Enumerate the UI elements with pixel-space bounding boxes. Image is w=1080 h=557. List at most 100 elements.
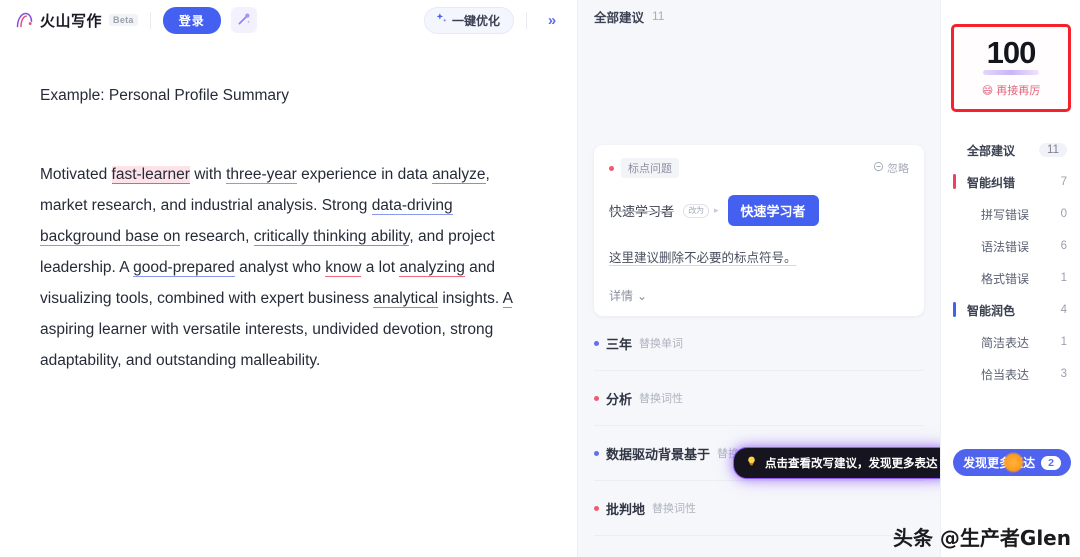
volcano-logo-icon <box>14 10 35 31</box>
text-run: a lot <box>361 259 400 277</box>
error-span-a[interactable]: A <box>502 290 513 309</box>
score-label-row: 😄 再接再厉 <box>954 82 1068 98</box>
nav-label: 语法错误 <box>981 239 1030 254</box>
text-run: analyst who <box>234 259 326 277</box>
nav-count: 6 <box>1060 240 1067 252</box>
nav-label: 智能润色 <box>967 303 1016 318</box>
score-underline-decor <box>983 70 1039 75</box>
list-item[interactable]: 分析 替换词性 <box>594 371 924 426</box>
error-span-good-prepared[interactable]: good-prepared <box>133 259 235 278</box>
change-to-pill: 改为 <box>683 203 710 218</box>
score-sidebar: 100 😄 再接再厉 全部建议 11 智能纠错 7 拼写错误 0 语法错误 6 … <box>940 0 1080 557</box>
magic-wand-icon <box>236 11 252 30</box>
nav-count: 7 <box>1060 176 1067 188</box>
tooltip-text: 点击查看改写建议，发现更多表达 <box>765 458 938 470</box>
nav-label: 全部建议 <box>967 143 1016 158</box>
severity-dot-icon <box>594 505 599 511</box>
sidebar-item-all[interactable]: 全部建议 11 <box>941 134 1080 166</box>
discover-count-badge: 2 <box>1041 455 1061 470</box>
error-span-analytical[interactable]: analytical <box>373 290 439 309</box>
nav-label: 智能纠错 <box>967 175 1016 190</box>
suggestion-word: 三年 <box>606 336 633 352</box>
suggestion-word: 批判地 <box>606 501 646 517</box>
text-run: experience in data <box>296 166 433 184</box>
sidebar-item-grammar-error[interactable]: 语法错误 6 <box>941 230 1080 262</box>
text-run: with <box>189 166 227 184</box>
document-paragraph[interactable]: Motivated fast-learner with three-year e… <box>40 159 537 376</box>
error-span-critically-thinking[interactable]: critically thinking ability <box>253 228 410 247</box>
lightbulb-icon <box>745 455 758 471</box>
severity-dot-icon <box>594 450 599 456</box>
error-span-know[interactable]: know <box>325 259 362 278</box>
brand-name: 火山写作 <box>40 12 103 30</box>
suggestion-card[interactable]: 标点问题 忽略 快速学习者 改为 ▸ 快速学习者 这里建议删除不必要的标点符号。… <box>594 145 924 316</box>
list-item[interactable]: 批判地 替换词性 <box>594 481 924 536</box>
suggestion-replacement-row: 快速学习者 改为 ▸ 快速学习者 <box>609 195 909 226</box>
circle-minus-icon <box>873 161 884 175</box>
nav-label: 简洁表达 <box>981 335 1030 350</box>
suggestion-category-tag: 标点问题 <box>621 158 679 178</box>
suggestion-details-toggle[interactable]: 详情 ⌄ <box>609 287 909 304</box>
score-label: 再接再厉 <box>996 85 1041 97</box>
error-span-analyzing[interactable]: analyzing <box>399 259 465 278</box>
discover-label: 发现更多表达 <box>963 456 1036 470</box>
beta-badge: Beta <box>109 14 138 26</box>
suggestion-kind: 替换词性 <box>652 503 697 515</box>
suggestion-card-header: 标点问题 忽略 <box>609 158 909 178</box>
optimize-label: 一键优化 <box>451 13 500 28</box>
score-box: 100 😄 再接再厉 <box>951 24 1071 112</box>
sidebar-item-spelling-error[interactable]: 拼写错误 0 <box>941 198 1080 230</box>
watermark: 头条 @生产者Glen <box>892 526 1071 550</box>
details-label: 详情 <box>609 289 634 303</box>
nav-label: 恰当表达 <box>981 367 1030 382</box>
nav-label: 格式错误 <box>981 271 1030 286</box>
suggestions-count: 11 <box>652 9 665 23</box>
original-text: 快速学习者 <box>609 204 675 219</box>
collapse-panel-button[interactable]: » <box>539 7 565 33</box>
text-run: research, <box>180 228 254 246</box>
suggestions-title: 全部建议 <box>594 10 645 25</box>
sidebar-item-smart-correction[interactable]: 智能纠错 7 <box>941 166 1080 198</box>
magic-wand-button[interactable] <box>230 7 257 33</box>
toolbar-divider <box>149 11 151 29</box>
app-root: 火山写作 Beta 登录 一键优化 » Example: Personal Pr… <box>0 0 1080 557</box>
document-title[interactable]: Example: Personal Profile Summary <box>40 84 537 107</box>
one-click-optimize-button[interactable]: 一键优化 <box>423 6 514 34</box>
suggestion-description: 这里建议删除不必要的标点符号。 <box>609 251 797 265</box>
nav-count: 1 <box>1060 272 1067 284</box>
sidebar-item-format-error[interactable]: 格式错误 1 <box>941 262 1080 294</box>
list-item[interactable]: 三年 替换单词 <box>594 316 924 371</box>
suggestion-word: 数据驱动背景基于 <box>606 446 711 462</box>
text-run: Motivated <box>40 166 112 184</box>
chevron-double-right-icon: » <box>547 11 557 29</box>
ignore-suggestion-button[interactable]: 忽略 <box>873 160 909 176</box>
error-span-analyze[interactable]: analyze <box>432 166 486 185</box>
rewrite-hint-tooltip: 点击查看改写建议，发现更多表达 <box>733 447 940 479</box>
category-nav: 全部建议 11 智能纠错 7 拼写错误 0 语法错误 6 格式错误 1 智能润色… <box>941 134 1080 390</box>
nav-label: 拼写错误 <box>981 207 1030 222</box>
sidebar-item-concise-expression[interactable]: 简洁表达 1 <box>941 326 1080 358</box>
chevron-down-icon: ⌄ <box>637 288 648 303</box>
severity-dot-icon <box>609 165 614 171</box>
suggestions-pane: 全部建议 11 标点问题 忽略 快速学习者 改为 ▸ 快速学习者 这里建议删除不… <box>578 0 940 557</box>
error-span-three-year[interactable]: three-year <box>226 166 297 185</box>
score-value: 100 <box>986 35 1037 70</box>
sparkle-icon <box>435 12 448 28</box>
suggestion-kind: 替换词性 <box>639 393 684 405</box>
error-span-fast-learner[interactable]: fast-learner <box>111 166 190 185</box>
score-value-wrap: 100 <box>954 37 1068 75</box>
nav-count: 1 <box>1060 336 1067 348</box>
text-run: aspiring learner with versatile interest… <box>40 321 494 370</box>
discover-more-expressions-button[interactable]: 发现更多表达 2 <box>953 449 1071 476</box>
login-button[interactable]: 登录 <box>162 6 221 34</box>
sidebar-item-appropriate-expression[interactable]: 恰当表达 3 <box>941 358 1080 390</box>
nav-count: 3 <box>1060 368 1067 380</box>
apply-replacement-button[interactable]: 快速学习者 <box>727 195 819 226</box>
category-accent-bar <box>953 302 956 317</box>
severity-dot-icon <box>594 340 599 346</box>
sidebar-item-smart-polish[interactable]: 智能润色 4 <box>941 294 1080 326</box>
nav-count: 4 <box>1060 304 1067 316</box>
arrow-right-icon: ▸ <box>714 205 719 215</box>
suggestion-kind: 替换单词 <box>639 338 684 350</box>
severity-dot-icon <box>594 395 599 401</box>
